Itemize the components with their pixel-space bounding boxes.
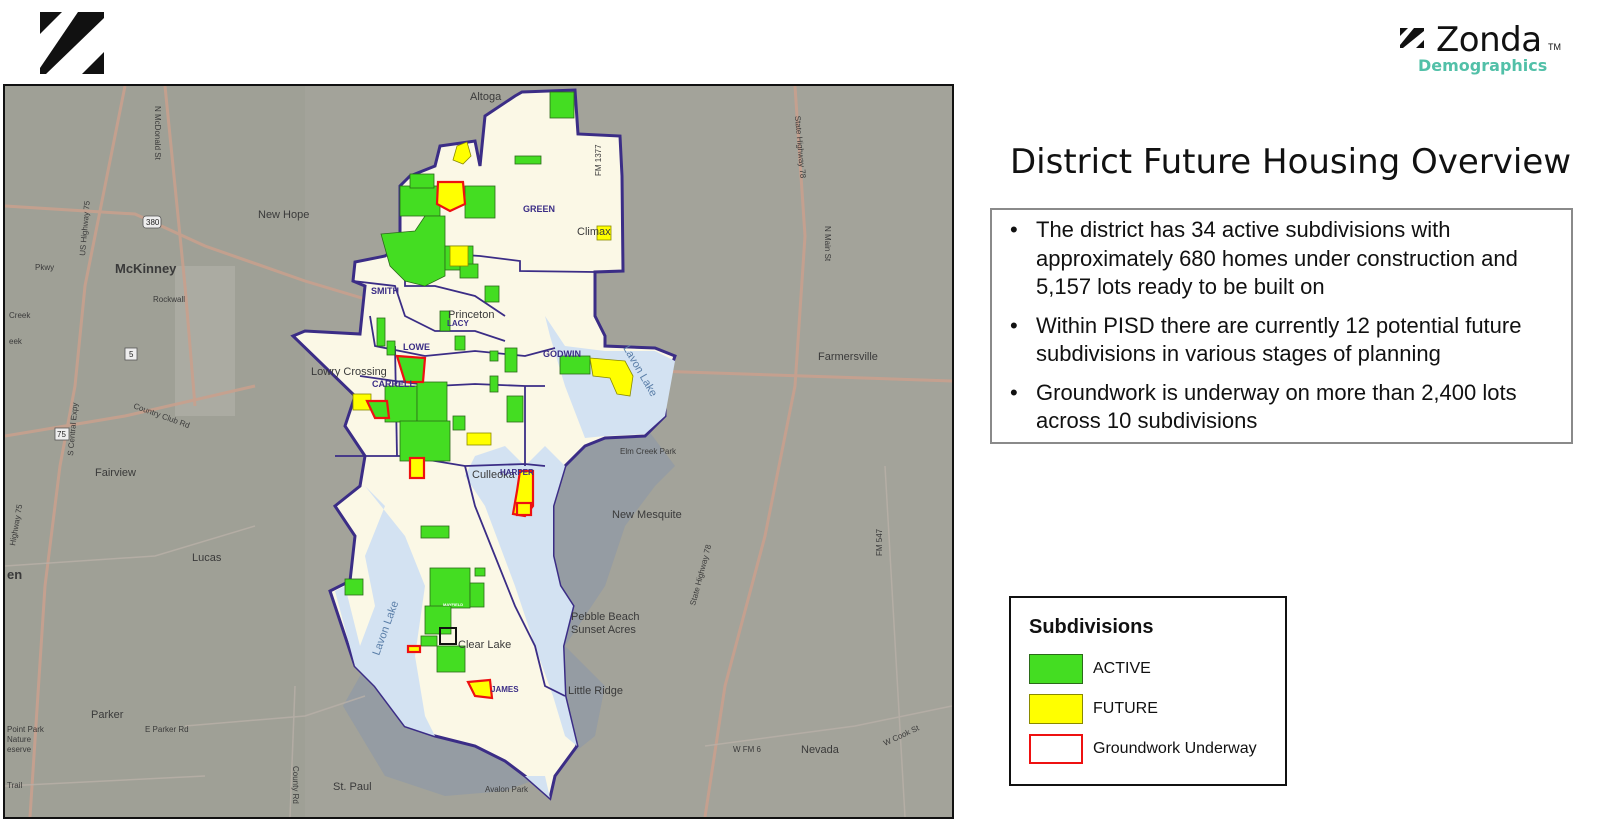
label-n-main-st: N Main St [823, 226, 832, 262]
label-sunset-acres: Sunset Acres [571, 624, 636, 636]
label-nevada: Nevada [801, 744, 840, 756]
zone-label-mayfield: MAYFIELD [443, 602, 463, 607]
zone-label-carrell: CARRELL [372, 379, 415, 389]
label-en: en [7, 567, 22, 582]
label-reserve: eserve [7, 745, 32, 754]
label-pebble-beach: Pebble Beach [571, 611, 640, 623]
label-eek: eek [9, 337, 23, 346]
label-fm-547: FM 547 [875, 528, 884, 556]
legend-label-active: ACTIVE [1093, 660, 1151, 677]
label-parker-rd: E Parker Rd [145, 725, 189, 734]
label-rockwall: Rockwall [153, 295, 185, 304]
map-legend: Subdivisions ACTIVE FUTURE Groundwork Un… [1009, 596, 1287, 786]
shield-5: 5 [129, 350, 134, 359]
zone-label-godwin: GODWIN [543, 349, 581, 359]
legend-title: Subdivisions [1029, 616, 1154, 638]
zonda-brand: Zonda TM Demographics [1398, 20, 1568, 80]
label-mcdonald-st: N McDonald St [153, 106, 162, 161]
label-point-park: Point Park [7, 725, 45, 734]
label-little-ridge: Little Ridge [568, 685, 623, 697]
label-mckinney: McKinney [115, 261, 177, 276]
label-lucas: Lucas [192, 552, 222, 564]
zonda-corner-logo-icon [40, 12, 104, 74]
bullet-item: • The district has 34 active subdivisions… [1010, 217, 1518, 299]
bullet-item: • Within PISD there are currently 12 pote… [1010, 312, 1522, 367]
overview-bullets-box: • The district has 34 active subdivisions… [990, 208, 1573, 444]
label-pkwy: Pkwy [35, 263, 54, 272]
map-canvas: Altoga New Hope McKinney Rockwall Creek … [5, 86, 952, 817]
label-creek: Creek [9, 311, 31, 320]
label-climax: Climax [577, 226, 611, 238]
page-title: District Future Housing Overview [1010, 142, 1572, 182]
zone-label-smith: SMITH [371, 286, 399, 296]
label-w-fm-6: W FM 6 [733, 745, 762, 754]
brand-subtitle: Demographics [1418, 56, 1548, 75]
shield-75: 75 [57, 430, 66, 439]
label-new-hope: New Hope [258, 209, 309, 221]
label-lowry-crossing: Lowry Crossing [311, 366, 387, 378]
label-avalon-park: Avalon Park [485, 785, 529, 794]
label-farmersville: Farmersville [818, 351, 878, 363]
zone-label-lacy: LACY [447, 319, 469, 328]
district-map[interactable]: Altoga New Hope McKinney Rockwall Creek … [3, 84, 954, 819]
bullet-item: • Groundwork is underway on more than 2,4… [1010, 379, 1517, 434]
label-parker: Parker [91, 709, 124, 721]
label-nature: Nature [7, 735, 32, 744]
label-clear-lake: Clear Lake [458, 639, 511, 651]
label-altoga: Altoga [470, 91, 502, 103]
zonda-mark-icon [1400, 28, 1424, 48]
zone-label-harper: HARPER [500, 468, 534, 477]
legend-swatch-future [1029, 694, 1083, 724]
label-fairview: Fairview [95, 467, 136, 479]
legend-swatch-active [1029, 654, 1083, 684]
zone-label-green: GREEN [523, 204, 555, 214]
zone-label-lowe: LOWE [403, 342, 430, 352]
label-new-mesquite: New Mesquite [612, 509, 682, 521]
brand-name: Zonda [1436, 20, 1542, 60]
legend-label-future: FUTURE [1093, 700, 1158, 717]
zone-label-james: JAMES [491, 685, 519, 694]
label-elm-creek-park: Elm Creek Park [620, 447, 677, 456]
label-st-paul: St. Paul [333, 781, 372, 793]
label-trail: Trail [7, 781, 22, 790]
label-fm-1377: FM 1377 [594, 144, 603, 176]
legend-swatch-groundwork [1029, 734, 1083, 764]
label-county-rd: County Rd [291, 766, 300, 804]
legend-label-groundwork: Groundwork Underway [1093, 740, 1257, 757]
shield-380: 380 [146, 218, 160, 227]
brand-trademark: TM [1548, 42, 1561, 52]
